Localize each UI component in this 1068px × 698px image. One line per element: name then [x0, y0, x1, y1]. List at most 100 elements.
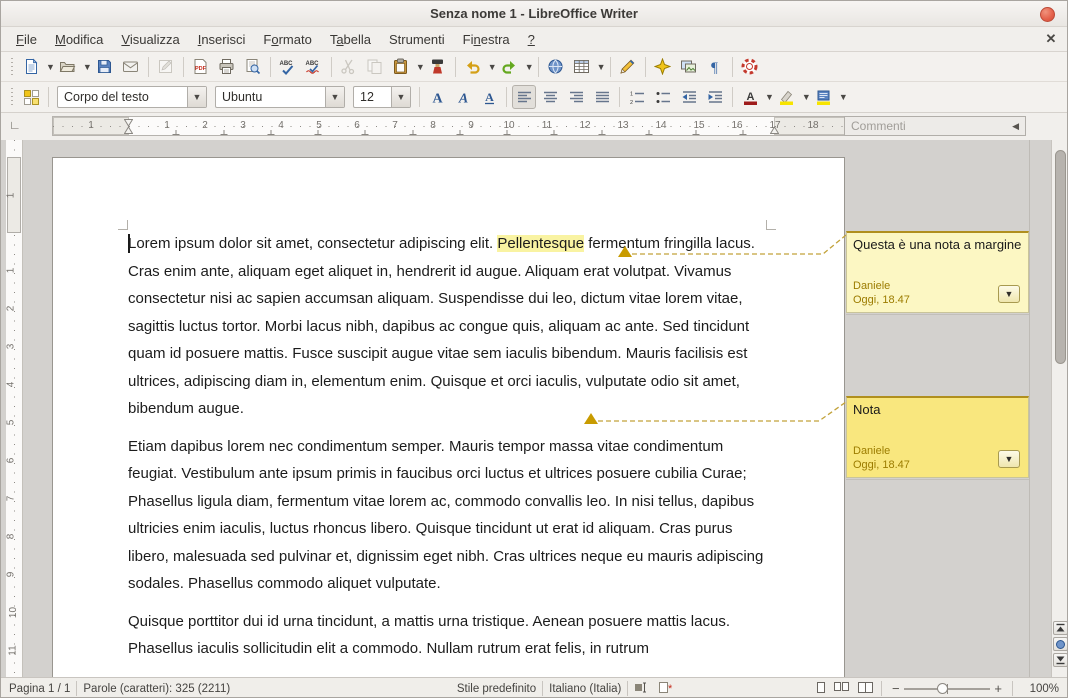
toolbar-drag-handle[interactable]	[8, 88, 15, 106]
ordered-list-icon[interactable]: 12	[625, 85, 649, 109]
menu-inserisci[interactable]: Inserisci	[189, 29, 255, 50]
close-document-icon[interactable]: ✕	[1043, 31, 1059, 47]
comment-anchor-highlight[interactable]: Pellentesque	[497, 235, 584, 252]
gallery-icon[interactable]	[677, 55, 701, 79]
menu-visualizza[interactable]: Visualizza	[112, 29, 188, 50]
next-page-button[interactable]	[1053, 653, 1068, 667]
insert-mode-icon[interactable]	[634, 681, 648, 696]
print-icon[interactable]	[215, 55, 239, 79]
chevron-down-icon[interactable]: ▼	[391, 87, 410, 107]
dropdown-arrow-icon[interactable]: ▼	[839, 92, 848, 102]
redo-icon[interactable]	[498, 55, 522, 79]
margin-comment[interactable]: Questa è una nota a margine Daniele Oggi…	[846, 231, 1029, 313]
italic-icon[interactable]: A	[451, 85, 475, 109]
comment-menu-button[interactable]: ▼	[998, 285, 1020, 303]
word-count[interactable]: Parole (caratteri): 325 (2211)	[83, 683, 230, 695]
menu-file[interactable]: File	[7, 29, 46, 50]
text-language[interactable]: Italiano (Italia)	[549, 683, 621, 695]
justify-icon[interactable]	[590, 85, 614, 109]
comment-text[interactable]: Questa è una nota a margine	[853, 237, 1022, 253]
navigation-button[interactable]	[1053, 637, 1068, 651]
highlight-color-icon[interactable]	[775, 85, 799, 109]
help-icon[interactable]	[738, 55, 762, 79]
page[interactable]: Lorem ipsum dolor sit amet, consectetur …	[52, 157, 845, 677]
paragraph-background-icon[interactable]	[812, 85, 836, 109]
multi-page-view-icon[interactable]	[833, 681, 851, 697]
paragraph-style-combo[interactable]: Corpo del testo▼	[57, 86, 207, 108]
increase-indent-icon[interactable]	[703, 85, 727, 109]
chevron-down-icon[interactable]: ▼	[325, 87, 344, 107]
dropdown-arrow-icon[interactable]: ▼	[597, 62, 606, 72]
dropdown-arrow-icon[interactable]: ▼	[83, 62, 92, 72]
comment-menu-button[interactable]: ▼	[998, 450, 1020, 468]
font-name-combo[interactable]: Ubuntu▼	[215, 86, 345, 108]
ruler-number: 1	[5, 268, 16, 274]
menu-finestra[interactable]: Finestra	[454, 29, 519, 50]
menu-help[interactable]: ?	[519, 29, 544, 50]
dropdown-arrow-icon[interactable]: ▼	[525, 62, 534, 72]
document-text[interactable]: Lorem ipsum dolor sit amet, consectetur …	[128, 230, 773, 673]
zoom-level[interactable]: 100%	[1019, 683, 1059, 695]
paste-icon[interactable]	[389, 55, 413, 79]
vertical-ruler[interactable]: 11234567891011	[6, 140, 23, 677]
align-right-icon[interactable]	[564, 85, 588, 109]
align-center-icon[interactable]	[538, 85, 562, 109]
undo-icon[interactable]	[461, 55, 485, 79]
zoom-in-icon[interactable]: +	[990, 681, 1006, 696]
zoom-slider-handle[interactable]	[937, 683, 948, 694]
page-style[interactable]: Stile predefinito	[457, 683, 536, 695]
previous-page-button[interactable]	[1053, 621, 1068, 635]
menu-tabella[interactable]: Tabella	[321, 29, 380, 50]
bold-icon[interactable]: A	[425, 85, 449, 109]
dropdown-arrow-icon[interactable]: ▼	[765, 92, 774, 102]
scrollbar-thumb[interactable]	[1055, 150, 1066, 364]
dropdown-arrow-icon[interactable]: ▼	[488, 62, 497, 72]
dropdown-arrow-icon[interactable]: ▼	[416, 62, 425, 72]
underline-icon[interactable]: A	[477, 85, 501, 109]
chevron-down-icon[interactable]: ▼	[187, 87, 206, 107]
tab-stop-selector-icon[interactable]: ∟	[9, 119, 23, 133]
menu-modifica[interactable]: Modifica	[46, 29, 112, 50]
menu-formato[interactable]: Formato	[254, 29, 320, 50]
comments-toggle-button[interactable]: Commenti ◀	[844, 116, 1026, 136]
save-icon[interactable]	[93, 55, 117, 79]
zoom-slider-track[interactable]	[904, 688, 991, 690]
unordered-list-icon[interactable]	[651, 85, 675, 109]
menu-strumenti[interactable]: Strumenti	[380, 29, 454, 50]
page-count[interactable]: Pagina 1 / 1	[9, 683, 70, 695]
email-icon[interactable]	[119, 55, 143, 79]
single-page-view-icon[interactable]	[815, 681, 827, 697]
formatting-marks-icon[interactable]: ¶	[703, 55, 727, 79]
navigator-icon[interactable]	[651, 55, 675, 79]
hyperlink-icon[interactable]	[544, 55, 568, 79]
new-document-icon[interactable]	[19, 55, 43, 79]
table-icon[interactable]	[570, 55, 594, 79]
margin-comment[interactable]: Nota Daniele Oggi, 18.47 ▼	[846, 396, 1029, 478]
font-size-combo[interactable]: 12▼	[353, 86, 411, 108]
spellcheck-icon[interactable]: ABC	[276, 55, 300, 79]
title-bar[interactable]: Senza nome 1 - LibreOffice Writer	[1, 1, 1067, 27]
print-preview-icon[interactable]	[241, 55, 265, 79]
comment-text[interactable]: Nota	[853, 402, 1022, 418]
decrease-indent-icon[interactable]	[677, 85, 701, 109]
export-pdf-icon[interactable]: PDF	[189, 55, 213, 79]
open-icon[interactable]	[56, 55, 80, 79]
styles-panel-icon[interactable]	[19, 85, 43, 109]
dropdown-arrow-icon[interactable]: ▼	[46, 62, 55, 72]
toolbar-drag-handle[interactable]	[8, 58, 15, 76]
dropdown-arrow-icon[interactable]: ▼	[802, 92, 811, 102]
font-color-icon[interactable]: A	[738, 85, 762, 109]
document-modified-icon[interactable]: *	[658, 681, 673, 697]
vertical-scrollbar[interactable]	[1051, 140, 1068, 677]
horizontal-ruler[interactable]: 1123456789101112131415161718	[52, 116, 845, 136]
window-close-button[interactable]	[1040, 7, 1055, 22]
zoom-slider[interactable]: − +	[888, 681, 1006, 696]
clone-formatting-icon[interactable]	[426, 55, 450, 79]
book-view-icon[interactable]	[857, 681, 875, 697]
align-left-icon[interactable]	[512, 85, 536, 109]
draw-functions-icon[interactable]	[616, 55, 640, 79]
paragraph-style-value: Corpo del testo	[58, 90, 187, 104]
auto-spellcheck-icon[interactable]: ABC	[302, 55, 326, 79]
zoom-out-icon[interactable]: −	[888, 681, 904, 696]
left-indent-marker[interactable]	[124, 119, 133, 139]
